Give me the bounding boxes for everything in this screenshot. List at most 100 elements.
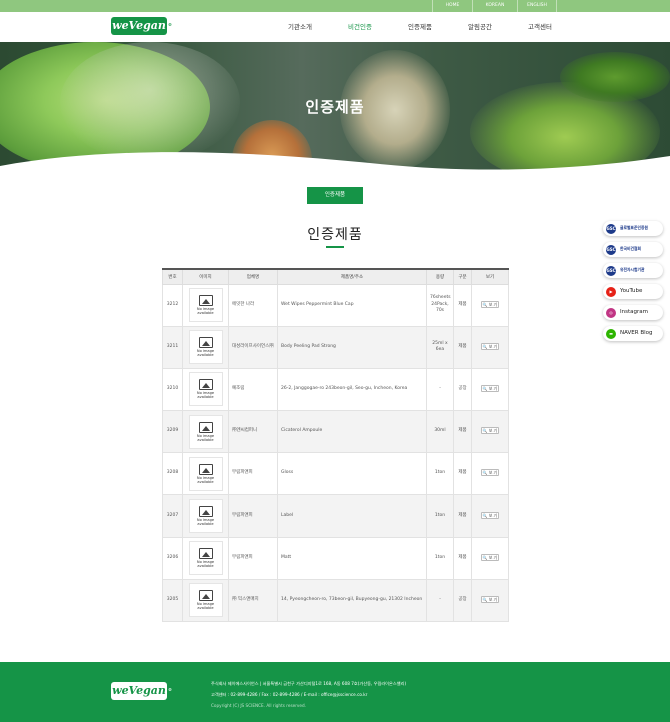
- table-row: 3212 No image available 에잇한 나라 Wet Wipes …: [162, 283, 509, 327]
- col-header-volume: 용량: [426, 268, 454, 285]
- table-row: 3205 No image available ㈜ 믹스앤매치 14, Pyeon…: [162, 578, 509, 623]
- quick-link-label: Instagram: [620, 308, 648, 315]
- row-number: 3210: [162, 367, 183, 412]
- row-company: 예조림: [228, 367, 278, 412]
- no-image-text: available: [197, 564, 214, 569]
- view-button[interactable]: 🔍 보 기: [481, 511, 499, 519]
- top-utility-bar: HOME KOREAN ENGLISH: [0, 0, 670, 12]
- image-placeholder-icon: [198, 548, 213, 560]
- youtube-icon: ▶: [606, 286, 616, 297]
- no-image-text: available: [197, 479, 214, 484]
- row-volume: 1ton: [426, 494, 454, 538]
- row-type: 제품: [453, 325, 472, 369]
- col-header-number: 번호: [162, 268, 183, 285]
- quick-link-label: NAVER Blog: [620, 329, 653, 336]
- row-company: 무림피앤피: [228, 536, 278, 580]
- section-title: 인증제품: [307, 227, 363, 243]
- no-image-thumbnail[interactable]: No image available: [188, 456, 223, 491]
- row-product: Label: [277, 494, 427, 538]
- view-button[interactable]: 🔍 보 기: [481, 596, 499, 604]
- row-volume: -: [426, 367, 454, 412]
- row-number: 3211: [162, 325, 183, 369]
- table-row: 3209 No image available ㈜엔씨컴퍼니 Cicaterol …: [162, 410, 509, 454]
- row-type: 공장: [453, 367, 472, 412]
- footer-logo-registered-mark: ®: [168, 687, 172, 692]
- quick-link-youtube[interactable]: ▶ YouTube: [603, 284, 663, 299]
- row-type: 제품: [453, 536, 472, 580]
- row-number: 3206: [162, 536, 183, 580]
- row-product: 26-2, Janggogae-ro 243beon-gil, Seo-gu, …: [277, 367, 427, 412]
- col-header-company: 업체명: [228, 268, 278, 285]
- no-image-text: available: [197, 311, 214, 316]
- table-header-row: 번호 이미지 업체명 제품명/주소 용량 구분 보기: [162, 268, 509, 285]
- no-image-thumbnail[interactable]: No image available: [188, 414, 223, 449]
- table-row: 3206 No image available 무림피앤피 Matt 1ton 제…: [162, 536, 509, 580]
- nav-item-vegan-cert[interactable]: 비건인증: [330, 12, 390, 42]
- korean-link[interactable]: KOREAN: [472, 0, 517, 12]
- no-image-thumbnail[interactable]: No image available: [188, 541, 223, 576]
- hero-banner: 인증제품: [0, 42, 670, 172]
- nav-item-customer-center[interactable]: 고객센터: [510, 12, 570, 42]
- row-number: 3207: [162, 494, 183, 538]
- row-number: 3205: [162, 578, 183, 623]
- row-product: Gloss: [277, 452, 427, 496]
- quick-link-label: 한국비건협회: [620, 246, 641, 252]
- footer-logo[interactable]: weVegan ®: [111, 682, 172, 700]
- col-header-type: 구분: [453, 268, 472, 285]
- row-product: Matt: [277, 536, 427, 580]
- quick-link-label: 유전자시험기관: [620, 267, 645, 273]
- site-header: weVegan ® 기관소개 비건인증 인증제품 알림공간 고객센터: [0, 12, 670, 42]
- footer-contact: 고객센터 : 02-899-4286 / Fax : 02-899-4286 /…: [211, 692, 368, 697]
- section-title-underline: [326, 246, 344, 248]
- nav-item-certified-products[interactable]: 인증제품: [390, 12, 450, 42]
- nav-item-about[interactable]: 기관소개: [270, 12, 330, 42]
- row-company: 무림피앤피: [228, 494, 278, 538]
- quick-link-gsc-cert[interactable]: GSC 글로벌표준인증원: [603, 221, 663, 236]
- image-placeholder-icon: [198, 505, 213, 517]
- view-button[interactable]: 🔍 보 기: [481, 342, 499, 350]
- quick-link-gsc-dna[interactable]: GSC 유전자시험기관: [603, 263, 663, 278]
- row-volume: -: [426, 578, 454, 623]
- view-button[interactable]: 🔍 보 기: [481, 427, 499, 435]
- table-row: 3210 No image available 예조림 26-2, Janggog…: [162, 367, 509, 412]
- row-company: 에잇한 나라: [228, 283, 278, 327]
- col-header-product: 제품명/주소: [277, 268, 427, 285]
- view-button[interactable]: 🔍 보 기: [481, 469, 499, 477]
- site-logo[interactable]: weVegan ®: [111, 17, 172, 35]
- english-link[interactable]: ENGLISH: [517, 0, 557, 12]
- quick-link-gsc-vegan[interactable]: GSC 한국비건협회: [603, 242, 663, 257]
- quick-link-label: YouTube: [620, 287, 643, 294]
- row-company: ㈜엔씨컴퍼니: [228, 410, 278, 454]
- col-header-image: 이미지: [182, 268, 229, 285]
- row-product: 14, Pyeongcheon-ro, 73beon-gil, Bupyeong…: [277, 578, 427, 623]
- site-footer: weVegan ® 주식회사 제이에스사이언스 | 서울특별시 금천구 가산디지…: [0, 662, 670, 722]
- row-number: 3208: [162, 452, 183, 496]
- no-image-thumbnail[interactable]: No image available: [188, 499, 223, 534]
- no-image-text: available: [197, 437, 214, 442]
- view-button[interactable]: 🔍 보 기: [481, 300, 499, 308]
- nav-item-notice[interactable]: 알림공간: [450, 12, 510, 42]
- image-placeholder-icon: [198, 590, 213, 602]
- quick-link-label: 글로벌표준인증원: [620, 225, 648, 231]
- quick-link-naver-blog[interactable]: ▬ NAVER Blog: [603, 326, 663, 341]
- quick-link-instagram[interactable]: ◎ Instagram: [603, 305, 663, 320]
- hero-pepper-image: [560, 52, 670, 102]
- no-image-thumbnail[interactable]: No image available: [188, 372, 223, 407]
- gsc-dna-icon: GSC: [606, 265, 616, 276]
- no-image-thumbnail[interactable]: No image available: [188, 288, 223, 323]
- tab-certified-products[interactable]: 인증제품: [307, 187, 363, 204]
- home-link[interactable]: HOME: [432, 0, 472, 12]
- image-placeholder-icon: [198, 337, 213, 349]
- no-image-thumbnail[interactable]: No image available: [188, 583, 223, 618]
- view-button[interactable]: 🔍 보 기: [481, 385, 499, 393]
- row-company: 무림피앤피: [228, 452, 278, 496]
- view-button[interactable]: 🔍 보 기: [481, 553, 499, 561]
- no-image-thumbnail[interactable]: No image available: [188, 330, 223, 365]
- row-number: 3209: [162, 410, 183, 454]
- footer-address: 주식회사 제이에스사이언스 | 서울특별시 금천구 가산디지털1로 168, A…: [211, 681, 407, 686]
- image-placeholder-icon: [198, 294, 213, 306]
- col-header-view: 보기: [471, 268, 509, 285]
- main-nav: 기관소개 비건인증 인증제품 알림공간 고객센터: [270, 12, 570, 42]
- footer-logo-text: weVegan: [112, 684, 166, 697]
- gsc-cert-icon: GSC: [606, 223, 616, 234]
